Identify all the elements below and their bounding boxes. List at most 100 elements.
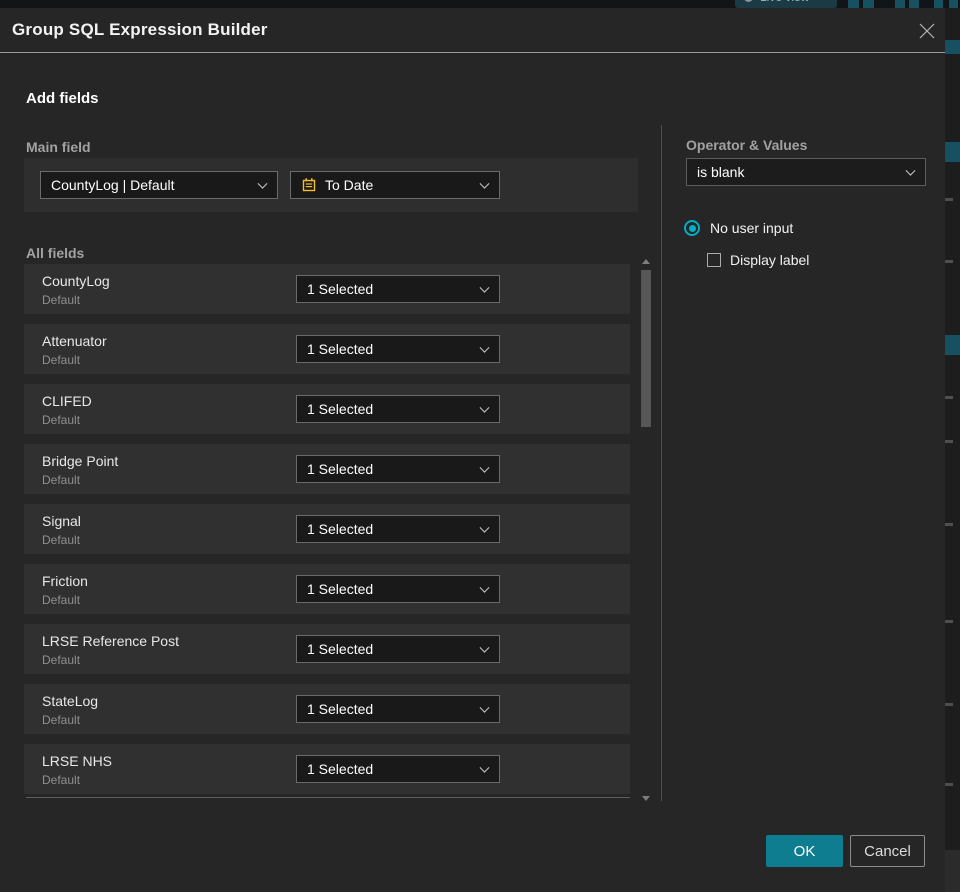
topbar-fragment-icon: [909, 0, 919, 8]
calendar-icon: [302, 178, 316, 192]
field-row: LRSE NHS Default 1 Selected: [24, 744, 630, 794]
all-fields-label: All fields: [26, 245, 85, 261]
main-field-label: Main field: [26, 139, 91, 155]
live-view-label: Live view: [760, 0, 809, 4]
field-values-select-value: 1 Selected: [307, 281, 374, 297]
operator-select[interactable]: is blank: [686, 158, 926, 186]
topbar-fragment-icon: [895, 0, 905, 8]
radio-selected-icon[interactable]: [684, 220, 700, 236]
field-subtitle: Default: [42, 473, 81, 487]
all-fields-list: CountyLog Default 1 Selected Attenuator …: [24, 264, 630, 804]
ok-button[interactable]: OK: [766, 835, 843, 867]
field-subtitle: Default: [42, 293, 81, 307]
field-name: CLIFED: [42, 393, 92, 409]
field-values-select[interactable]: 1 Selected: [296, 635, 500, 663]
background-fragment: [945, 620, 953, 623]
field-name: LRSE Reference Post: [42, 633, 179, 649]
chevron-down-icon: [905, 165, 916, 176]
field-values-select-value: 1 Selected: [307, 461, 374, 477]
field-row: StateLog Default 1 Selected: [24, 684, 630, 734]
operator-select-value: is blank: [697, 164, 745, 180]
main-field-select[interactable]: CountyLog | Default: [40, 171, 278, 199]
field-name: Attenuator: [42, 333, 107, 349]
background-fragment: [945, 335, 960, 355]
field-subtitle: Default: [42, 593, 81, 607]
list-bottom-divider: [26, 797, 630, 798]
field-values-select-value: 1 Selected: [307, 581, 374, 597]
field-subtitle: Default: [42, 773, 81, 787]
topbar-fragment-icon: [949, 0, 958, 8]
background-fragment: [945, 783, 953, 786]
field-values-select[interactable]: 1 Selected: [296, 755, 500, 783]
display-label-text[interactable]: Display label: [730, 252, 809, 268]
background-right-panel: [945, 8, 960, 892]
background-fragment: [945, 440, 953, 443]
no-user-input-radio[interactable]: No user input: [684, 220, 793, 236]
scrollbar-up-icon[interactable]: [642, 259, 650, 264]
background-fragment: [945, 142, 960, 162]
topbar-fragment-icon: [863, 0, 874, 8]
date-field-select[interactable]: To Date: [290, 171, 500, 199]
chevron-down-icon: [479, 702, 490, 713]
field-name: LRSE NHS: [42, 753, 113, 769]
live-view-chip: Live view: [735, 0, 837, 8]
field-name: CountyLog: [42, 273, 110, 289]
field-values-select-value: 1 Selected: [307, 641, 374, 657]
background-fragment: [945, 396, 953, 399]
field-values-select[interactable]: 1 Selected: [296, 575, 500, 603]
chevron-down-icon: [479, 342, 490, 353]
dialog-titlebar: Group SQL Expression Builder: [0, 8, 945, 53]
background-fragment: [945, 40, 960, 54]
field-values-select[interactable]: 1 Selected: [296, 395, 500, 423]
chevron-down-icon: [479, 462, 490, 473]
field-values-select[interactable]: 1 Selected: [296, 455, 500, 483]
chevron-down-icon: [257, 178, 268, 189]
scrollbar-down-icon[interactable]: [642, 796, 650, 801]
checkbox-unchecked-icon[interactable]: [707, 253, 721, 267]
display-label-checkbox[interactable]: Display label: [707, 252, 809, 268]
field-values-select[interactable]: 1 Selected: [296, 275, 500, 303]
field-row: Friction Default 1 Selected: [24, 564, 630, 614]
field-row: Attenuator Default 1 Selected: [24, 324, 630, 374]
field-subtitle: Default: [42, 353, 81, 367]
field-values-select[interactable]: 1 Selected: [296, 515, 500, 543]
chevron-down-icon: [479, 642, 490, 653]
field-subtitle: Default: [42, 413, 81, 427]
field-name: StateLog: [42, 693, 99, 709]
background-topbar: Live view: [0, 0, 960, 8]
cancel-button[interactable]: Cancel: [850, 835, 925, 867]
chevron-down-icon: [479, 522, 490, 533]
main-field-select-value: CountyLog | Default: [51, 177, 175, 193]
chevron-down-icon: [479, 178, 490, 189]
field-values-select[interactable]: 1 Selected: [296, 335, 500, 363]
background-fragment: [945, 260, 953, 263]
date-field-select-value: To Date: [325, 177, 374, 193]
background-fragment: [945, 703, 953, 706]
close-icon[interactable]: [917, 21, 937, 41]
no-user-input-label[interactable]: No user input: [710, 220, 793, 236]
add-fields-heading: Add fields: [26, 90, 99, 107]
background-fragment: [945, 850, 960, 892]
field-subtitle: Default: [42, 533, 81, 547]
panel-divider: [661, 125, 662, 801]
chevron-down-icon: [479, 402, 490, 413]
scrollbar-thumb[interactable]: [641, 270, 651, 427]
field-name: Friction: [42, 573, 88, 589]
dialog-title: Group SQL Expression Builder: [12, 20, 268, 39]
chevron-down-icon: [479, 582, 490, 593]
group-sql-expression-builder-dialog: Group SQL Expression Builder Add fields …: [0, 8, 945, 892]
field-row: CLIFED Default 1 Selected: [24, 384, 630, 434]
background-fragment: [945, 523, 953, 526]
main-field-row: CountyLog | Default To Date: [24, 158, 638, 212]
topbar-fragment-icon: [934, 0, 943, 8]
field-row: Signal Default 1 Selected: [24, 504, 630, 554]
field-values-select-value: 1 Selected: [307, 521, 374, 537]
field-values-select-value: 1 Selected: [307, 341, 374, 357]
field-values-select-value: 1 Selected: [307, 761, 374, 777]
field-values-select[interactable]: 1 Selected: [296, 695, 500, 723]
field-name: Signal: [42, 513, 81, 529]
topbar-fragment-icon: [848, 0, 859, 8]
chevron-down-icon: [479, 762, 490, 773]
field-name: Bridge Point: [42, 453, 119, 469]
operator-values-label: Operator & Values: [686, 137, 808, 153]
